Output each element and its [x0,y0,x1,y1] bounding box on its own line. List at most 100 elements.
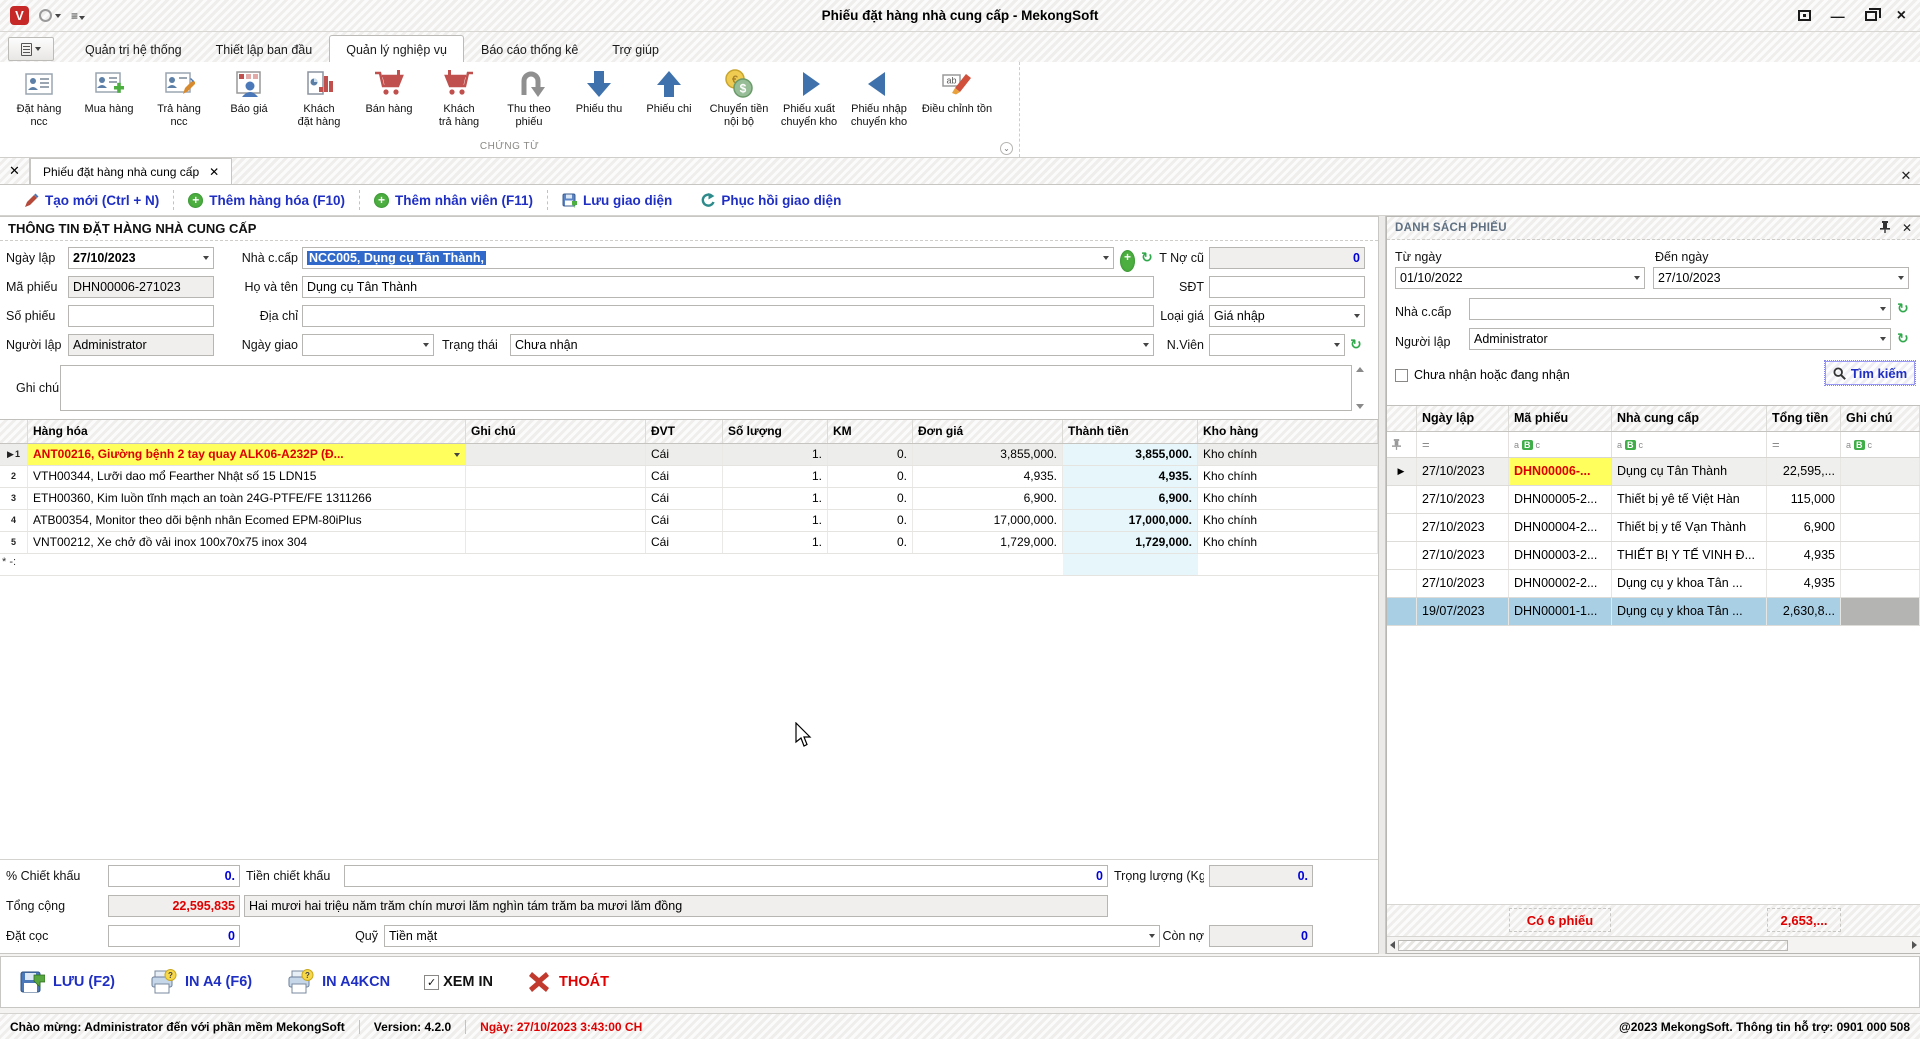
cell-nha-cung-cap[interactable]: Dụng cụ Tân Thành [1612,458,1767,485]
col-thanh-tien[interactable]: Thành tiền [1063,420,1198,443]
scrollbar-thumb[interactable] [1398,940,1788,951]
cell-ma-phieu[interactable]: DHN00005-2... [1509,486,1612,513]
close-document-icon[interactable]: ✕ [1892,168,1920,184]
cell-ghi-chu[interactable] [466,488,646,509]
table-row[interactable]: ▶ 27/10/2023 DHN00002-2... Dụng cụ y kho… [1387,570,1920,598]
cell-dvt[interactable]: Cái [646,510,723,531]
quy-combo[interactable]: Tiền mặt [384,925,1160,947]
ribbon-chuyen-tien-noi-bo[interactable]: €$ Chuyển tiền nội bộ [704,66,774,130]
tab-tro-giup[interactable]: Trợ giúp [595,36,676,62]
table-row[interactable]: ▶1 ANT00216, Giường bệnh 2 tay quay ALK0… [0,444,1378,466]
cell-ngay-lap[interactable]: 27/10/2023 [1417,486,1509,513]
pin-icon[interactable] [1880,221,1890,235]
cell-kho-hang[interactable]: Kho chính [1198,444,1378,465]
document-tab[interactable]: Phiếu đặt hàng nhà cung cấp ✕ [30,158,232,184]
cell-kho-hang[interactable]: Kho chính [1198,488,1378,509]
cell-ngay-lap[interactable]: 27/10/2023 [1417,570,1509,597]
ribbon-phieu-chi[interactable]: Phiếu chi [634,66,704,118]
cell-nha-cung-cap[interactable]: Dụng cụ y khoa Tân ... [1612,570,1767,597]
cell-thanh-tien[interactable]: 17,000,000. [1063,510,1198,531]
ribbon-mua-hang[interactable]: Mua hàng [74,66,144,118]
ribbon-phieu-thu[interactable]: Phiếu thu [564,66,634,118]
scroll-left-icon[interactable] [1390,941,1395,949]
cell-ma-phieu[interactable]: DHN00003-2... [1509,542,1612,569]
refresh-icon[interactable]: ↻ [1897,331,1909,353]
ribbon-phieu-nhap-chuyen-kho[interactable]: Phiếu nhập chuyển kho [844,66,914,130]
qat-customize-button[interactable]: ≡ [71,9,85,23]
cell-kho-hang[interactable]: Kho chính [1198,466,1378,487]
search-button[interactable]: Tìm kiếm [1825,361,1915,385]
tien-chiet-khau-field[interactable]: 0 [344,865,1108,887]
ribbon-thu-theo-phieu[interactable]: Thu theo phiếu [494,66,564,130]
n-vien-combo[interactable] [1209,334,1345,356]
col-hang-hoa[interactable]: Hàng hóa [28,420,466,443]
checkbox-icon[interactable]: ✓ [424,975,439,990]
cell-hang-hoa[interactable]: VNT00212, Xe chở đồ vải inox 100x70x75 i… [28,532,466,553]
close-panel-icon[interactable]: ✕ [1902,222,1912,234]
cell-km[interactable]: 0. [828,532,913,553]
table-row[interactable]: ▶2 VTH00344, Lưỡi dao mổ Fearther Nhật s… [0,466,1378,488]
cell-ghi-chu[interactable] [466,444,646,465]
ngay-giao-combo[interactable] [302,334,434,356]
refresh-icon[interactable]: ↻ [1897,301,1909,323]
grid-empty-area[interactable] [0,576,1378,859]
cell-ngay-lap[interactable]: 27/10/2023 [1417,542,1509,569]
chiet-khau-pct-field[interactable]: 0. [108,865,240,887]
add-employee-button[interactable]: + Thêm nhân viên (F11) [360,185,547,215]
cell-ghi-chu[interactable] [1841,458,1920,485]
print-a4kcn-button[interactable]: ? IN A4KCN [286,969,390,995]
col-so-luong[interactable]: Số lượng [723,420,828,443]
filter-cell-equals[interactable]: = [1767,432,1841,457]
cell-km[interactable]: 0. [828,510,913,531]
tu-ngay-combo[interactable]: 01/10/2022 [1395,267,1645,289]
table-row[interactable]: ▶ 27/10/2023 DHN00006-... Dụng cụ Tân Th… [1387,458,1920,486]
cell-tong-tien[interactable]: 4,935 [1767,570,1841,597]
close-all-tabs-icon[interactable]: ✕ [0,158,30,184]
cell-dvt[interactable]: Cái [646,466,723,487]
preview-checkbox[interactable]: ✓ XEM IN [424,974,493,990]
table-row[interactable]: ▶ 27/10/2023 DHN00003-2... THIẾT BỊ Y TẾ… [1387,542,1920,570]
dropdown-arrow-icon[interactable] [1898,276,1904,280]
cell-don-gia[interactable]: 4,935. [913,466,1063,487]
qat-dropdown-button[interactable] [39,9,61,22]
filter-cell-abc[interactable]: aBc [1841,432,1920,457]
col-tong-tien[interactable]: Tổng tiền [1767,406,1841,431]
cell-nha-cung-cap[interactable]: THIẾT BỊ Y TẾ VINH Đ... [1612,542,1767,569]
col-dvt[interactable]: ĐVT [646,420,723,443]
ngay-lap-combo[interactable]: 27/10/2023 [68,247,214,269]
cell-don-gia[interactable]: 6,900. [913,488,1063,509]
cell-ma-phieu[interactable]: DHN00002-2... [1509,570,1612,597]
cell-ma-phieu[interactable]: DHN00001-1... [1509,598,1612,625]
cell-ghi-chu[interactable] [466,466,646,487]
close-icon[interactable]: × [1897,8,1906,24]
status-filter-checkbox[interactable]: Chưa nhận hoặc đang nhận [1395,364,1570,386]
app-menu-button[interactable] [8,37,54,61]
cell-thanh-tien[interactable]: 1,729,000. [1063,532,1198,553]
tab-quan-tri-he-thong[interactable]: Quản trị hệ thống [68,36,199,62]
cell-ghi-chu[interactable] [1841,514,1920,541]
dropdown-arrow-icon[interactable] [203,256,209,260]
app-logo-icon[interactable]: V [10,6,29,25]
dropdown-arrow-icon[interactable] [1880,337,1886,341]
ribbon-phieu-xuat-chuyen-kho[interactable]: Phiếu xuất chuyển kho [774,66,844,130]
col-ma-phieu[interactable]: Mã phiếu [1509,406,1612,431]
cell-ngay-lap[interactable]: 27/10/2023 [1417,458,1509,485]
voucher-empty-area[interactable] [1387,626,1920,904]
cell-nha-cung-cap[interactable]: Thiết bị yê tế Việt Hàn [1612,486,1767,513]
dia-chi-field[interactable] [302,305,1154,327]
den-ngay-combo[interactable]: 27/10/2023 [1653,267,1909,289]
cell-kho-hang[interactable]: Kho chính [1198,510,1378,531]
dropdown-arrow-icon[interactable] [454,453,460,457]
cell-ngay-lap[interactable]: 19/07/2023 [1417,598,1509,625]
trang-thai-combo[interactable]: Chưa nhận [510,334,1154,356]
ribbon-dieu-chinh-ton[interactable]: ab Điều chỉnh tồn [914,66,1000,118]
cell-thanh-tien[interactable]: 3,855,000. [1063,444,1198,465]
close-tab-icon[interactable]: ✕ [209,165,219,179]
cell-nha-cung-cap[interactable]: Dụng cụ y khoa Tân ... [1612,598,1767,625]
dat-coc-field[interactable]: 0 [108,925,240,947]
ribbon-khach-tra-hang[interactable]: Khách trả hàng [424,66,494,130]
filter-cell-abc[interactable]: aBc [1612,432,1767,457]
cell-dvt[interactable]: Cái [646,532,723,553]
scroll-down-icon[interactable] [1356,404,1364,409]
checkbox-icon[interactable] [1395,369,1408,382]
